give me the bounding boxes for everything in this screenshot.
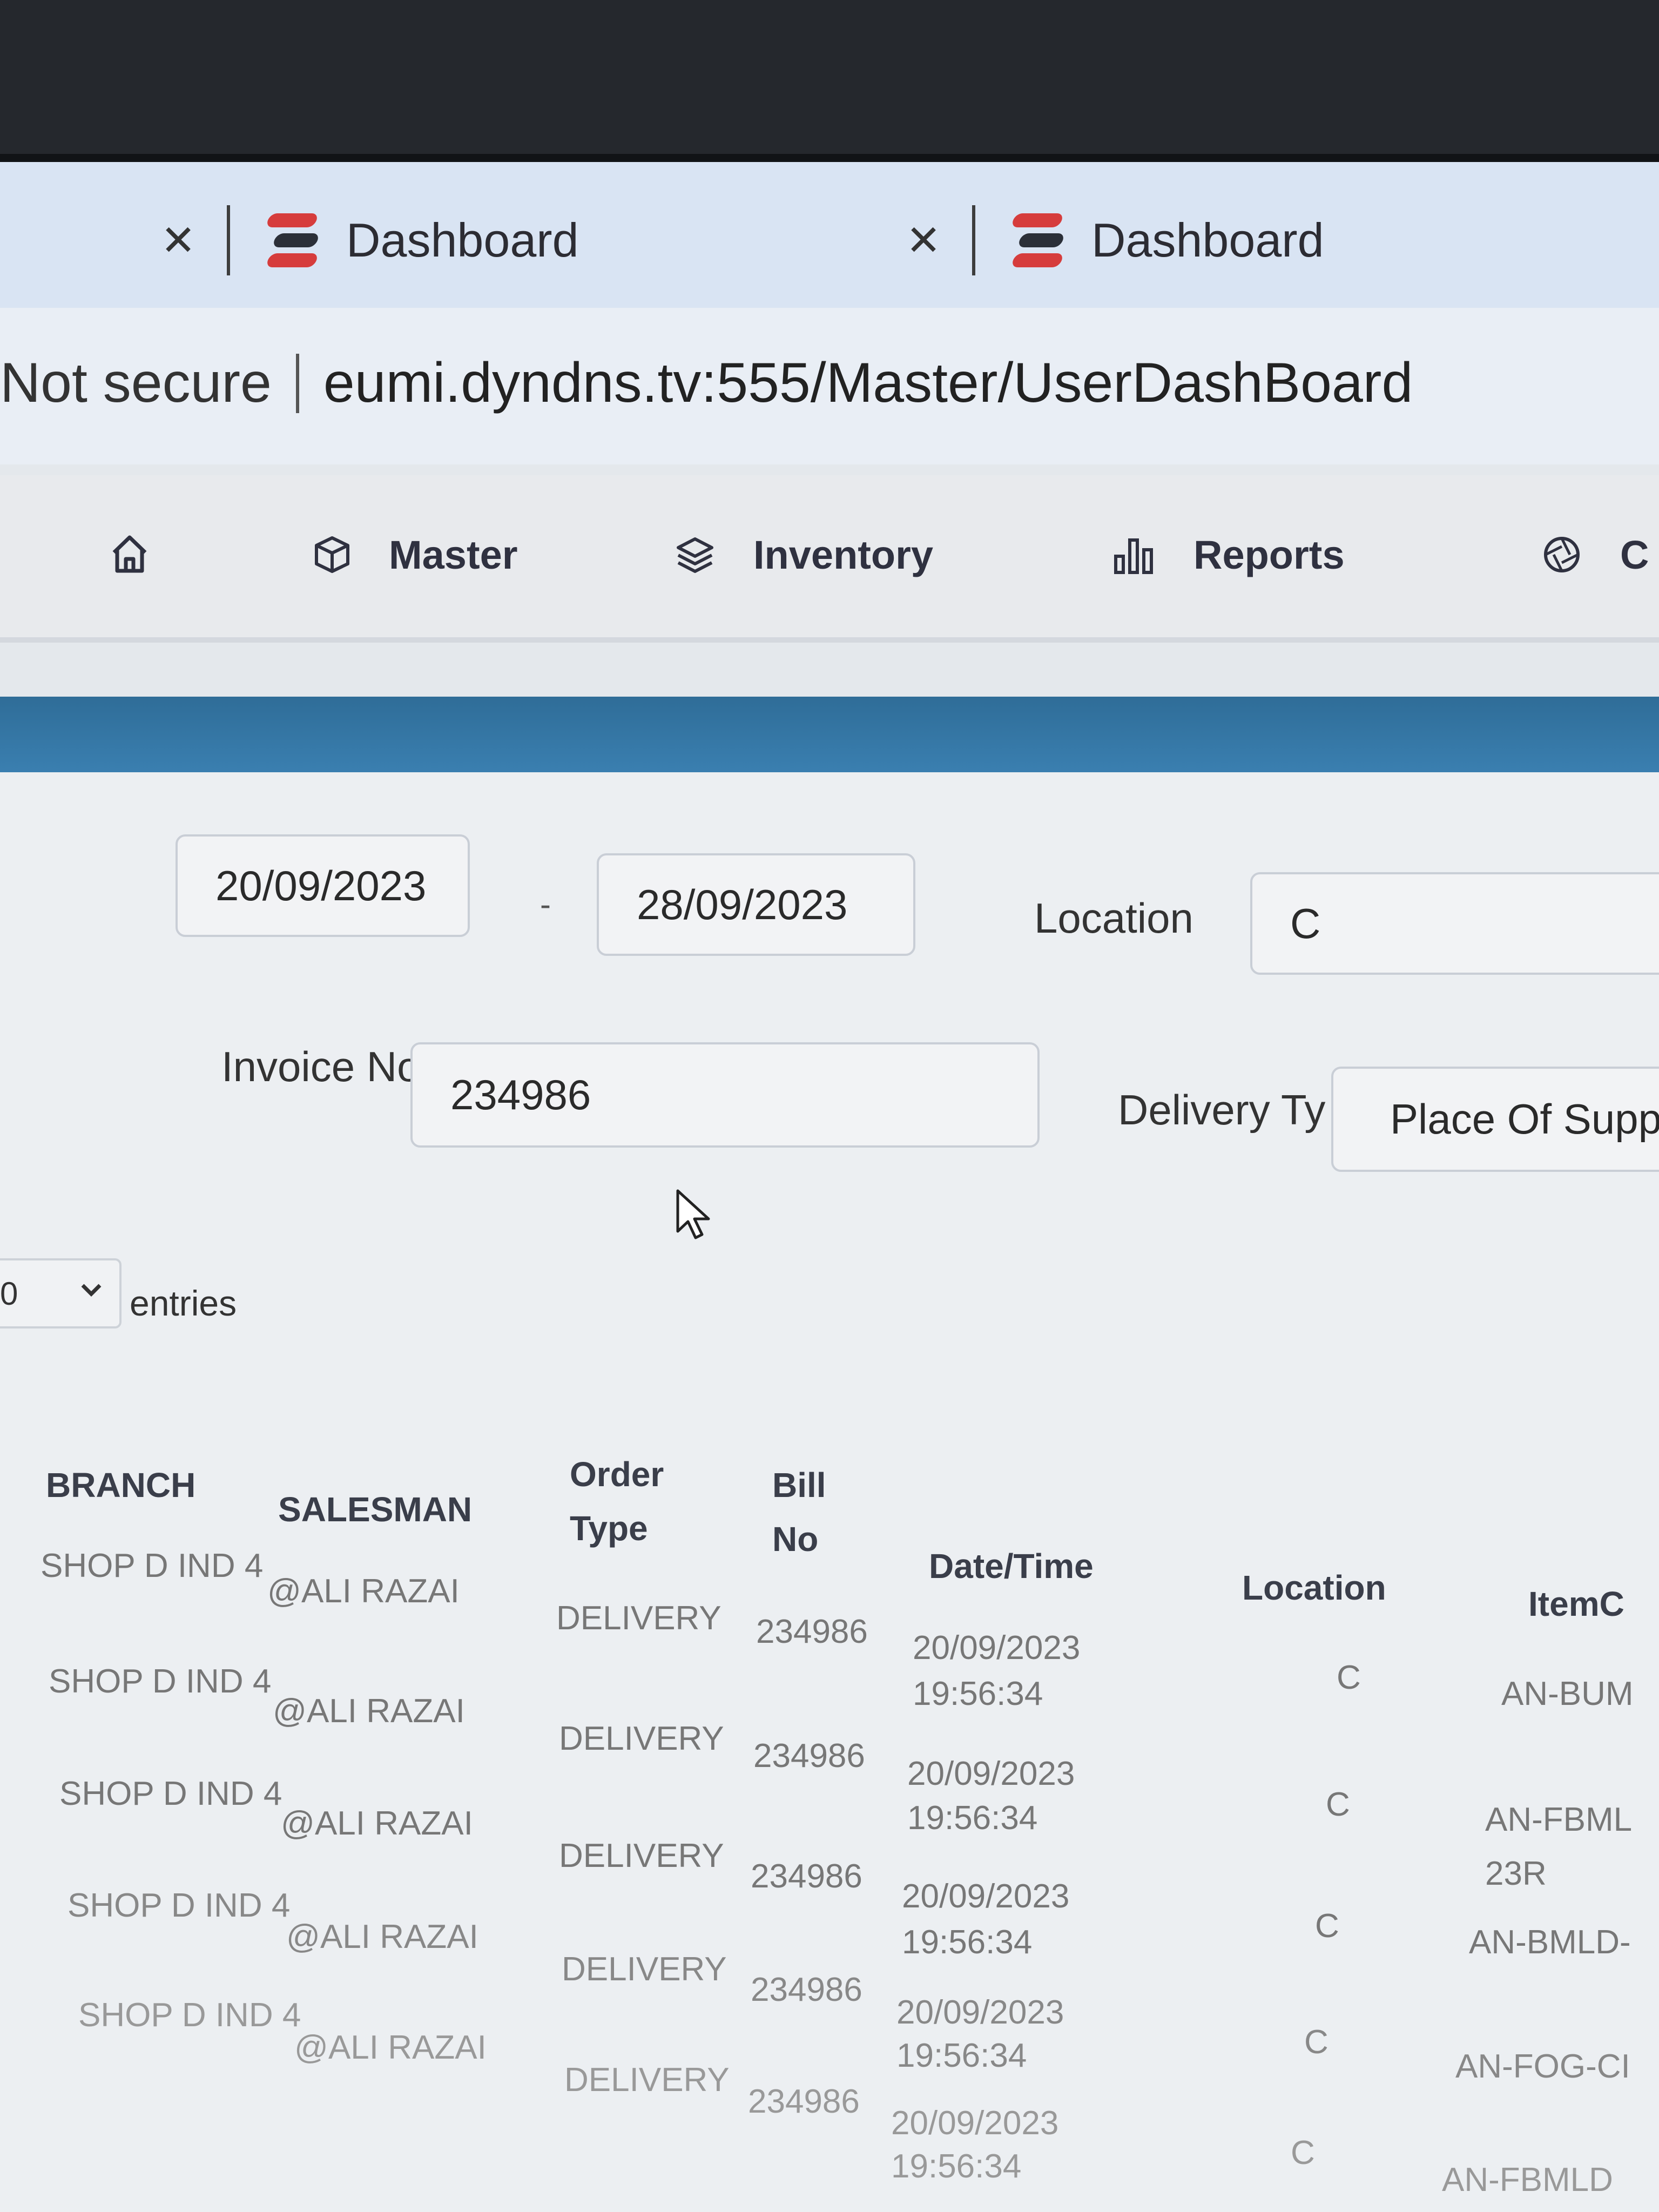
entries-per-page-select[interactable]: 0 <box>0 1258 122 1328</box>
cell-time: 19:56:34 <box>913 1675 1043 1712</box>
cell-order-type: DELIVERY <box>564 2061 730 2099</box>
nav-reports[interactable]: Reports <box>1112 532 1345 578</box>
date-to-input[interactable]: 28/09/2023 <box>597 853 915 956</box>
col-header-salesman[interactable]: SALESMAN <box>278 1482 472 1536</box>
nav-label: C <box>1620 532 1649 577</box>
cell-time: 19:56:34 <box>891 2148 1022 2185</box>
chevron-down-icon <box>81 1284 102 1297</box>
cell-item: AN-BMLD- <box>1469 1924 1631 1961</box>
date-from-input[interactable]: 20/09/2023 <box>176 834 470 937</box>
app-logo-icon <box>262 208 322 273</box>
date-range-separator: - <box>540 886 551 922</box>
header-line: Order <box>570 1455 664 1494</box>
cube-icon <box>315 536 349 573</box>
cell-date: 20/09/2023 <box>896 1994 1064 2031</box>
col-header-bill-no[interactable]: Bill No <box>772 1458 826 1566</box>
location-input[interactable]: C <box>1250 872 1659 975</box>
nav-inventory[interactable]: Inventory <box>675 532 933 578</box>
col-header-order-type[interactable]: Order Type <box>570 1447 664 1555</box>
cell-order-type: DELIVERY <box>556 1600 721 1637</box>
cell-branch: SHOP D IND 4 <box>59 1775 282 1812</box>
url-field[interactable]: Not secure eumi.dyndns.tv:555/Master/Use… <box>0 351 1413 415</box>
header-band <box>0 697 1659 772</box>
nav-master[interactable]: Master <box>313 532 518 578</box>
browser-tab-1[interactable]: ✕ Dashboard <box>157 192 579 289</box>
cell-bill-no: 234986 <box>751 1971 862 2008</box>
cell-date: 20/09/2023 <box>891 2105 1059 2142</box>
nav-label: Master <box>389 532 518 577</box>
cell-time: 19:56:34 <box>902 1924 1033 1961</box>
monitor-bezel <box>0 0 1659 157</box>
aperture-icon <box>1544 537 1580 572</box>
cell-location: C <box>1326 1786 1350 1823</box>
delivery-type-select[interactable]: Place Of Supp <box>1331 1067 1659 1172</box>
tab-separator <box>972 205 975 275</box>
col-header-item[interactable]: ItemC <box>1528 1577 1624 1631</box>
col-header-branch[interactable]: BRANCH <box>46 1458 195 1512</box>
cell-branch: SHOP D IND 4 <box>49 1663 272 1700</box>
cell-location: C <box>1291 2134 1315 2171</box>
delivery-type-label: Delivery Ty <box>1118 1086 1326 1134</box>
mouse-cursor-icon <box>676 1189 710 1239</box>
cell-bill-no: 234986 <box>753 1737 865 1775</box>
entries-value: 0 <box>0 1275 18 1312</box>
nav-label: Inventory <box>753 532 934 577</box>
cell-bill-no: 234986 <box>748 2083 860 2120</box>
cell-time: 19:56:34 <box>907 1799 1038 1837</box>
url-text[interactable]: eumi.dyndns.tv:555/Master/UserDashBoard <box>323 351 1413 415</box>
cell-item: AN-FBMLD <box>1442 2161 1613 2198</box>
cell-branch: SHOP D IND 4 <box>41 1547 264 1584</box>
tab-separator <box>227 205 230 275</box>
close-tab-icon[interactable]: ✕ <box>157 219 200 261</box>
cell-item: AN-FOG-CI <box>1455 2048 1630 2085</box>
nav-home[interactable] <box>111 532 186 575</box>
browser-tab-2[interactable]: ✕ Dashboard <box>902 192 1324 289</box>
security-indicator[interactable]: Not secure <box>0 351 272 415</box>
bar-chart-icon <box>1114 538 1153 574</box>
tab-title: Dashboard <box>346 213 579 267</box>
cell-salesman: @ALI RAZAI <box>286 1918 478 1955</box>
location-label: Location <box>1034 894 1193 942</box>
cell-salesman: @ALI RAZAI <box>273 1692 465 1730</box>
header-line: No <box>772 1520 819 1559</box>
cell-salesman: @ALI RAZAI <box>294 2029 487 2066</box>
header-line: Type <box>570 1509 648 1548</box>
app-logo-icon <box>1008 208 1067 273</box>
cell-order-type: DELIVERY <box>562 1951 727 1988</box>
nav-label: Reports <box>1193 532 1345 577</box>
invoice-input[interactable]: 234986 <box>410 1042 1040 1148</box>
close-tab-icon[interactable]: ✕ <box>902 219 945 261</box>
tab-title: Dashboard <box>1091 213 1324 267</box>
cell-branch: SHOP D IND 4 <box>68 1887 291 1924</box>
home-icon <box>112 535 147 573</box>
cell-order-type: DELIVERY <box>559 1837 724 1874</box>
cell-item-cont: 23R <box>1485 1855 1547 1892</box>
col-header-datetime[interactable]: Date/Time <box>929 1539 1094 1593</box>
cell-date: 20/09/2023 <box>913 1629 1081 1667</box>
invoice-label: Invoice No <box>221 1043 421 1090</box>
cell-item: AN-BUM <box>1501 1675 1634 1712</box>
cell-bill-no: 234986 <box>751 1858 862 1895</box>
cell-order-type: DELIVERY <box>559 1720 724 1757</box>
entries-label: entries <box>130 1283 237 1323</box>
cell-bill-no: 234986 <box>756 1613 868 1650</box>
cell-location: C <box>1337 1659 1361 1696</box>
cell-time: 19:56:34 <box>896 2037 1027 2074</box>
header-line: Bill <box>772 1466 826 1505</box>
cell-location: C <box>1315 1907 1339 1945</box>
nav-more[interactable]: C <box>1542 532 1649 578</box>
cell-salesman: @ALI RAZAI <box>281 1805 473 1842</box>
cell-date: 20/09/2023 <box>907 1755 1075 1792</box>
col-header-location[interactable]: Location <box>1242 1561 1386 1615</box>
cell-item: AN-FBML <box>1485 1801 1633 1838</box>
address-separator <box>295 353 299 413</box>
cell-salesman: @ALI RAZAI <box>267 1573 460 1610</box>
layers-icon <box>677 537 713 573</box>
cell-branch: SHOP D IND 4 <box>78 1997 301 2034</box>
cell-date: 20/09/2023 <box>902 1878 1070 1915</box>
cell-location: C <box>1304 2024 1328 2061</box>
